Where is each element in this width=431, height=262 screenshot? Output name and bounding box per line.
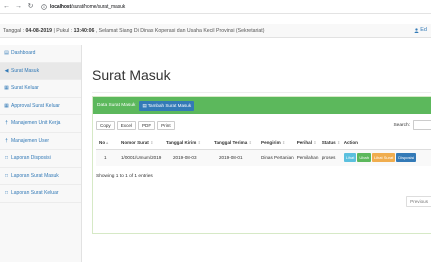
sidebar: ▤ Dashboard ◀ Surat Masuk ▦ Surat Keluar ▦ A…: [0, 45, 82, 262]
list-icon: ▤: [142, 102, 147, 108]
sort-icon: ⇕: [313, 139, 317, 145]
table-header-row: No▲ Nomor Surat ⇕ Tanggal Kirim ⇕ Tangga…: [96, 136, 431, 150]
search-label: Search:: [393, 122, 410, 128]
sort-icon: ⇕: [248, 139, 252, 145]
sidebar-item-surat-masuk[interactable]: ◀ Surat Masuk: [0, 62, 81, 80]
data-panel: Data Surat Masuk ▤ Tambah Surat Masuk Co…: [92, 96, 431, 234]
inbox-icon: ◀: [4, 67, 9, 74]
col-nomor[interactable]: Nomor Surat ⇕: [118, 136, 163, 150]
cell-nomor: 1/0001/Umum/2019: [118, 149, 163, 166]
sort-icon: ⇕: [150, 139, 154, 145]
cell-perihal: Pemilahan: [293, 149, 319, 166]
report-icon: □: [4, 155, 9, 162]
cell-pengirim: Dinas Pertanian: [258, 149, 294, 166]
sort-icon: ⇕: [197, 139, 201, 145]
sidebar-item-laporan-masuk[interactable]: □ Laporan Surat Masuk: [0, 168, 81, 185]
url-text: localhost/surat/home/surat_masuk: [50, 3, 126, 10]
approval-icon: ▦: [4, 102, 9, 109]
address-bar[interactable]: localhost/surat/home/surat_masuk: [41, 4, 125, 10]
user-menu[interactable]: Ed: [414, 27, 427, 33]
table-info: Showing 1 to 1 of 1 entries: [96, 174, 153, 179]
cell-terima: 2019-08-01: [211, 149, 258, 166]
col-perihal[interactable]: Perihal ⇕: [293, 136, 319, 150]
col-action: Action: [340, 136, 431, 150]
ubah-button[interactable]: Ubah: [357, 153, 371, 163]
sidebar-item-laporan-keluar[interactable]: □ Laporan Surat Keluar: [0, 185, 81, 203]
sidebar-item-approval[interactable]: ▦ Approval Surat Keluar: [0, 98, 81, 115]
reload-icon[interactable]: ↻: [27, 3, 34, 11]
table-row: 1 1/0001/Umum/2019 2019-08-03 2019-08-01…: [96, 149, 431, 166]
sidebar-item-surat-keluar[interactable]: ▦ Surat Keluar: [0, 80, 81, 98]
excel-button[interactable]: Excel: [116, 121, 136, 130]
report-icon: □: [4, 190, 9, 197]
lihat-surat-button[interactable]: Lihat Surat: [371, 153, 396, 163]
user-icon: †: [5, 137, 8, 144]
search-box: Search:: [393, 120, 431, 130]
datetime-text: Tanggal : 04-08-2019 | Pukul : 13:40:06 …: [3, 27, 265, 34]
user-icon: [414, 27, 419, 33]
browser-toolbar: ← → ↻ localhost/surat/home/surat_masuk: [0, 0, 431, 14]
back-icon[interactable]: ←: [3, 3, 10, 11]
divider: [92, 92, 431, 93]
sidebar-item-laporan-disposisi[interactable]: □ Laporan Disposisi: [0, 150, 81, 168]
sidebar-item-label: Approval Surat Keluar: [11, 102, 60, 109]
col-status[interactable]: Status ⇕: [318, 136, 341, 150]
export-toolbar: Copy Excel PDF Print: [96, 121, 175, 130]
lihat-button[interactable]: Lihat: [343, 153, 357, 163]
sidebar-item-label: Surat Keluar: [11, 85, 39, 92]
search-input[interactable]: [413, 120, 431, 130]
sidebar-item-user[interactable]: † Manajemen User: [0, 133, 81, 150]
panel-header: Data Surat Masuk ▤ Tambah Surat Masuk: [93, 97, 431, 114]
col-pengirim[interactable]: Pengirim ⇕: [258, 136, 294, 150]
top-info-bar: Tanggal : 04-08-2019 | Pukul : 13:40:06 …: [0, 24, 431, 38]
panel-title: Data Surat Masuk: [97, 103, 136, 108]
print-button[interactable]: Print: [157, 121, 175, 130]
sidebar-item-label: Laporan Surat Masuk: [11, 172, 59, 179]
add-surat-label: Tambah Surat Masuk: [147, 103, 192, 108]
surat-table: No▲ Nomor Surat ⇕ Tanggal Kirim ⇕ Tangga…: [96, 136, 431, 166]
info-icon: [41, 3, 47, 10]
sidebar-item-label: Dashboard: [11, 50, 36, 57]
sidebar-item-label: Manajemen User: [11, 137, 50, 144]
add-surat-button[interactable]: ▤ Tambah Surat Masuk: [139, 100, 195, 111]
sidebar-item-label: Manajemen Unit Kerja: [11, 120, 61, 127]
sidebar-item-unit-kerja[interactable]: † Manajemen Unit Kerja: [0, 115, 81, 133]
copy-button[interactable]: Copy: [96, 121, 115, 130]
sort-icon: ▲: [105, 139, 110, 145]
cell-status: proses: [318, 149, 341, 166]
pdf-button[interactable]: PDF: [137, 121, 156, 130]
sidebar-item-label: Laporan Disposisi: [11, 155, 51, 162]
page-title: Surat Masuk: [92, 67, 171, 83]
previous-button[interactable]: Previous: [406, 196, 431, 207]
forward-icon[interactable]: →: [15, 3, 22, 11]
building-icon: †: [5, 120, 8, 127]
report-icon: □: [4, 172, 9, 179]
disposisi-button[interactable]: Disposisi: [396, 153, 417, 163]
col-no[interactable]: No▲: [96, 136, 118, 150]
sidebar-item-label: Surat Masuk: [11, 67, 40, 74]
cell-kirim: 2019-08-03: [163, 149, 211, 166]
sidebar-item-label: Laporan Surat Keluar: [11, 190, 59, 197]
sidebar-item-dashboard[interactable]: ▤ Dashboard: [0, 45, 81, 63]
cell-actions: Lihat Ubah Lihat Surat Disposisi: [340, 149, 431, 166]
sort-icon: ⇕: [337, 139, 341, 145]
col-terima[interactable]: Tanggal Terima ⇕: [211, 136, 258, 150]
outbox-icon: ▦: [4, 85, 9, 92]
col-kirim[interactable]: Tanggal Kirim ⇕: [163, 136, 211, 150]
sort-icon: ⇕: [281, 139, 286, 145]
main-content: Surat Masuk Data Surat Masuk ▤ Tambah Su…: [92, 45, 431, 234]
dashboard-icon: ▤: [4, 50, 9, 57]
cell-no: 1: [96, 149, 118, 166]
